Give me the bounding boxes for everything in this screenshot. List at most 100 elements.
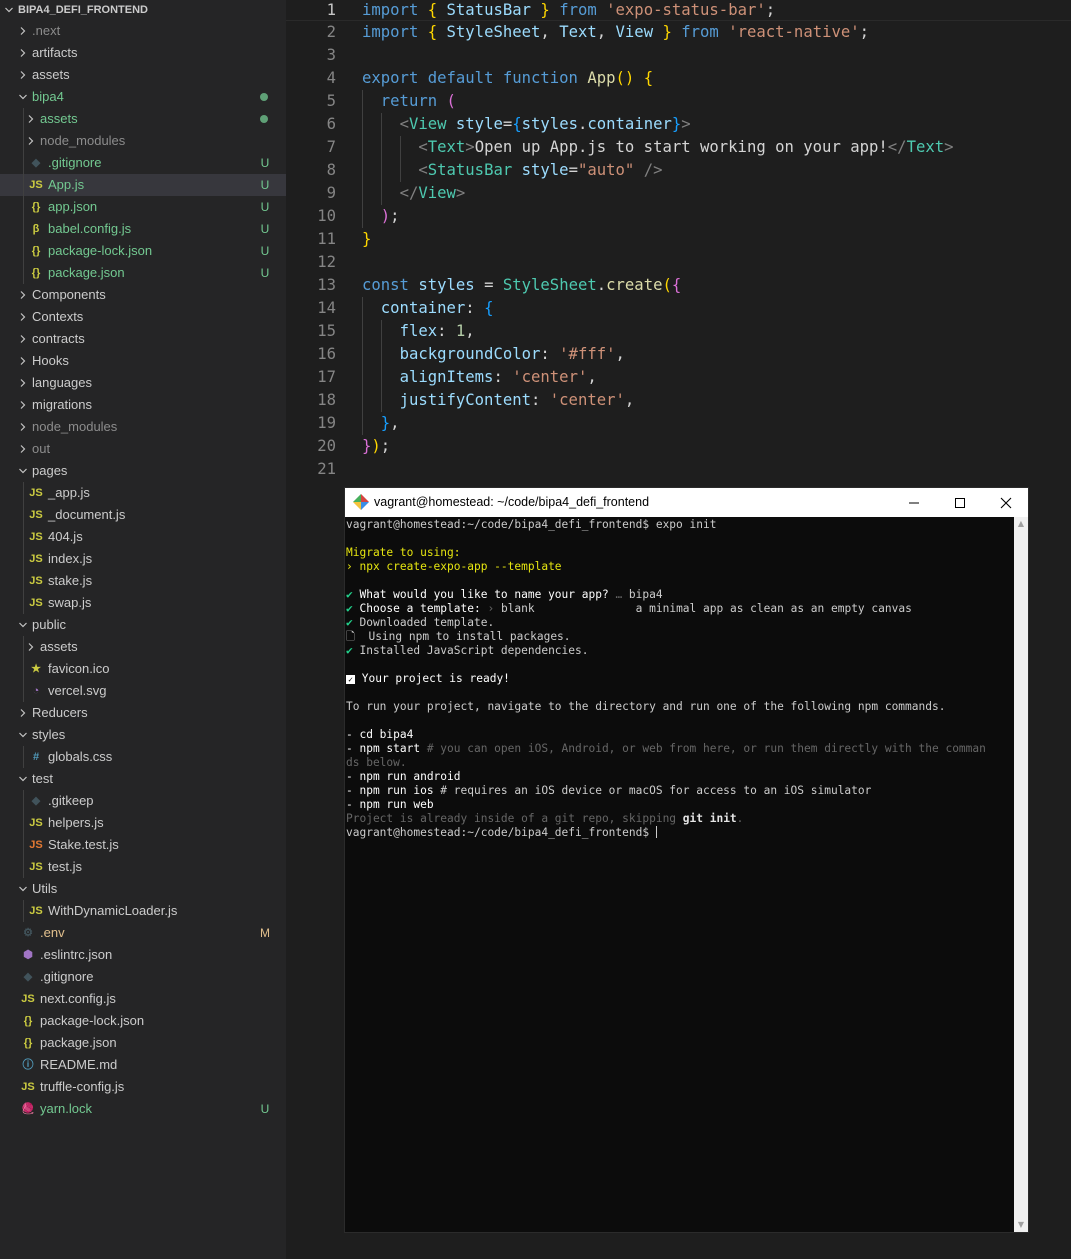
tree-file-test-js[interactable]: JS test.js <box>0 856 286 878</box>
tree-folder-bipa4[interactable]: bipa4 <box>0 86 286 108</box>
terminal-titlebar[interactable]: vagrant@homestead: ~/code/bipa4_defi_fro… <box>345 488 1028 517</box>
code-line[interactable]: 8 <StatusBar style="auto" /> <box>286 159 1071 182</box>
terminal-window[interactable]: vagrant@homestead: ~/code/bipa4_defi_fro… <box>344 487 1029 1233</box>
code-line[interactable]: 4 export default function App() { <box>286 67 1071 90</box>
scroll-down-arrow-icon[interactable]: ▼ <box>1014 1218 1028 1232</box>
tree-folder-assets[interactable]: assets <box>0 636 286 658</box>
tree-file-document-js[interactable]: JS _document.js <box>0 504 286 526</box>
chevron-right-icon[interactable] <box>16 350 30 372</box>
tree-file-swap-js[interactable]: JS swap.js <box>0 592 286 614</box>
chevron-down-icon[interactable] <box>16 724 30 746</box>
tree-folder-languages[interactable]: languages <box>0 372 286 394</box>
tree-file-vercel-svg[interactable]: ◔ vercel.svg <box>0 680 286 702</box>
chevron-right-icon[interactable] <box>16 42 30 64</box>
terminal-output[interactable]: vagrant@homestead:~/code/bipa4_defi_fron… <box>345 517 1014 1232</box>
code-line[interactable]: 10 ); <box>286 205 1071 228</box>
chevron-right-icon[interactable] <box>24 636 38 658</box>
scroll-up-arrow-icon[interactable]: ▲ <box>1014 517 1028 531</box>
tree-file-helpers-js[interactable]: JS helpers.js <box>0 812 286 834</box>
code-line[interactable]: 6 <View style={styles.container}> <box>286 113 1071 136</box>
tree-folder-next[interactable]: .next <box>0 20 286 42</box>
code-line[interactable]: 1 import { StatusBar } from 'expo-status-… <box>286 0 1071 21</box>
code-line[interactable]: 18 justifyContent: 'center', <box>286 389 1071 412</box>
tree-folder-styles[interactable]: styles <box>0 724 286 746</box>
chevron-right-icon[interactable] <box>24 108 38 130</box>
chevron-right-icon[interactable] <box>16 64 30 86</box>
tree-file-gitignore[interactable]: ◆ .gitignore U <box>0 152 286 174</box>
code-line[interactable]: 20}); <box>286 435 1071 458</box>
tree-file-gitkeep[interactable]: ◆ .gitkeep <box>0 790 286 812</box>
code-line[interactable]: 11} <box>286 228 1071 251</box>
tree-file-gitignore[interactable]: ◆ .gitignore <box>0 966 286 988</box>
tree-file-app-js[interactable]: JS App.js U <box>0 174 286 196</box>
terminal-scrollbar[interactable]: ▲ ▼ <box>1014 517 1028 1232</box>
code-line[interactable]: 5 return ( <box>286 90 1071 113</box>
tree-file-index-js[interactable]: JS index.js <box>0 548 286 570</box>
close-button[interactable] <box>983 488 1029 517</box>
tree-folder-components[interactable]: Components <box>0 284 286 306</box>
tree-file-eslintrc-json[interactable]: ⬢ .eslintrc.json <box>0 944 286 966</box>
code-line[interactable]: 17 alignItems: 'center', <box>286 366 1071 389</box>
chevron-right-icon[interactable] <box>16 306 30 328</box>
chevron-right-icon[interactable] <box>16 702 30 724</box>
chevron-down-icon[interactable] <box>16 768 30 790</box>
tree-folder-migrations[interactable]: migrations <box>0 394 286 416</box>
tree-file-truffle-config-js[interactable]: JS truffle-config.js <box>0 1076 286 1098</box>
chevron-down-icon[interactable] <box>16 878 30 900</box>
tree-folder-assets[interactable]: assets <box>0 108 286 130</box>
tree-file-env[interactable]: ⚙ .env M <box>0 922 286 944</box>
chevron-down-icon[interactable] <box>16 614 30 636</box>
tree-folder-utils[interactable]: Utils <box>0 878 286 900</box>
chevron-right-icon[interactable] <box>16 394 30 416</box>
tree-file-app-json[interactable]: {} app.json U <box>0 196 286 218</box>
code-line[interactable]: 7 <Text>Open up App.js to start working … <box>286 136 1071 159</box>
maximize-button[interactable] <box>937 488 983 517</box>
minimize-button[interactable] <box>891 488 937 517</box>
code-line[interactable]: 21 <box>286 458 1071 481</box>
tree-file-withdynamicloader-js[interactable]: JS WithDynamicLoader.js <box>0 900 286 922</box>
chevron-right-icon[interactable] <box>16 438 30 460</box>
tree-file-yarn-lock[interactable]: 🧶 yarn.lock U <box>0 1098 286 1120</box>
tree-file-stake-test-js[interactable]: JS Stake.test.js <box>0 834 286 856</box>
chevron-right-icon[interactable] <box>24 130 38 152</box>
tree-folder-node-modules[interactable]: node_modules <box>0 130 286 152</box>
tree-file-globals-css[interactable]: # globals.css <box>0 746 286 768</box>
tree-file-404-js[interactable]: JS 404.js <box>0 526 286 548</box>
tree-file-readme-md[interactable]: ⓘ README.md <box>0 1054 286 1076</box>
tree-folder-contracts[interactable]: contracts <box>0 328 286 350</box>
tree-folder-test[interactable]: test <box>0 768 286 790</box>
explorer-root-header[interactable]: BIPA4_DEFI_FRONTEND <box>0 0 286 21</box>
code-line[interactable]: 14 container: { <box>286 297 1071 320</box>
tree-file-stake-js[interactable]: JS stake.js <box>0 570 286 592</box>
code-line[interactable]: 3 <box>286 44 1071 67</box>
tree-folder-hooks[interactable]: Hooks <box>0 350 286 372</box>
tree-file-package-lock-json[interactable]: {} package-lock.json U <box>0 240 286 262</box>
tree-file-app-js[interactable]: JS _app.js <box>0 482 286 504</box>
tree-folder-public[interactable]: public <box>0 614 286 636</box>
tree-file-package-json[interactable]: {} package.json U <box>0 262 286 284</box>
tree-folder-pages[interactable]: pages <box>0 460 286 482</box>
tree-folder-assets[interactable]: assets <box>0 64 286 86</box>
chevron-right-icon[interactable] <box>16 416 30 438</box>
tree-folder-reducers[interactable]: Reducers <box>0 702 286 724</box>
tree-file-package-lock-json[interactable]: {} package-lock.json <box>0 1010 286 1032</box>
chevron-down-icon[interactable] <box>16 86 30 108</box>
tree-folder-contexts[interactable]: Contexts <box>0 306 286 328</box>
code-line[interactable]: 2 import { StyleSheet, Text, View } from … <box>286 21 1071 44</box>
code-line[interactable]: 19 }, <box>286 412 1071 435</box>
chevron-right-icon[interactable] <box>16 20 30 42</box>
chevron-right-icon[interactable] <box>16 328 30 350</box>
chevron-right-icon[interactable] <box>16 284 30 306</box>
tree-file-favicon-ico[interactable]: ★ favicon.ico <box>0 658 286 680</box>
tree-file-package-json[interactable]: {} package.json <box>0 1032 286 1054</box>
tree-folder-out[interactable]: out <box>0 438 286 460</box>
tree-file-babel-config-js[interactable]: β babel.config.js U <box>0 218 286 240</box>
tree-folder-node-modules[interactable]: node_modules <box>0 416 286 438</box>
code-line[interactable]: 12 <box>286 251 1071 274</box>
chevron-down-icon[interactable] <box>16 460 30 482</box>
chevron-right-icon[interactable] <box>16 372 30 394</box>
code-line[interactable]: 13 const styles = StyleSheet.create({ <box>286 274 1071 297</box>
tree-folder-artifacts[interactable]: artifacts <box>0 42 286 64</box>
code-line[interactable]: 9 </View> <box>286 182 1071 205</box>
tree-file-next-config-js[interactable]: JS next.config.js <box>0 988 286 1010</box>
